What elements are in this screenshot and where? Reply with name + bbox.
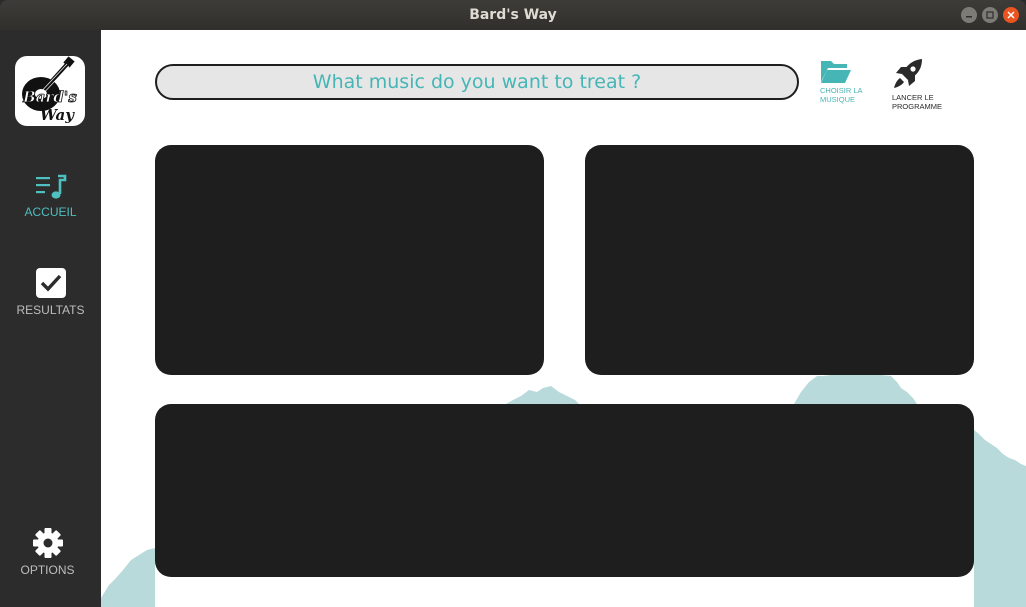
sidebar: Bard's Way ACCUEIL RESULTATS OPTIONS xyxy=(0,30,101,607)
panel-bottom xyxy=(155,404,974,577)
rocket-icon xyxy=(894,59,922,88)
launch-program-label-line2: PROGRAMME xyxy=(892,102,943,111)
sidebar-item-accueil[interactable]: ACCUEIL xyxy=(0,173,101,219)
sidebar-item-resultats[interactable]: RESULTATS xyxy=(0,267,101,317)
bards-way-logo-icon: Bard's Way xyxy=(22,56,78,124)
window-titlebar[interactable]: Bard's Way xyxy=(0,0,1026,30)
main-content: What music do you want to treat ? CHOISI… xyxy=(101,30,1026,607)
checkbox-icon xyxy=(35,268,66,298)
sidebar-item-label: ACCUEIL xyxy=(24,205,77,219)
window-title: Bard's Way xyxy=(469,7,557,23)
svg-text:Way: Way xyxy=(40,106,75,124)
close-icon xyxy=(1007,11,1015,19)
launch-program-button[interactable]: LANCER LE PROGRAMME xyxy=(892,58,942,111)
sidebar-item-label: RESULTATS xyxy=(16,303,85,317)
gear-icon xyxy=(32,528,63,558)
panel-top-left xyxy=(155,145,544,375)
search-input[interactable]: What music do you want to treat ? xyxy=(155,64,799,100)
minimize-button[interactable] xyxy=(961,7,977,23)
maximize-icon xyxy=(986,11,994,19)
svg-text:Bard's: Bard's xyxy=(22,88,77,106)
choose-music-button[interactable]: CHOISIR LA MUSIQUE xyxy=(820,58,863,104)
maximize-button[interactable] xyxy=(982,7,998,23)
folder-icon xyxy=(821,61,851,83)
launch-program-label-line1: LANCER LE xyxy=(892,93,934,102)
search-placeholder: What music do you want to treat ? xyxy=(312,71,642,93)
close-button[interactable] xyxy=(1003,7,1019,23)
choose-music-label-line1: CHOISIR LA xyxy=(820,86,863,95)
app-logo: Bard's Way xyxy=(15,56,85,126)
minimize-icon xyxy=(966,16,972,18)
choose-music-label-line2: MUSIQUE xyxy=(820,95,856,104)
playlist-music-icon xyxy=(35,174,66,199)
window-controls xyxy=(961,7,1019,23)
sidebar-item-options[interactable]: OPTIONS xyxy=(0,527,98,577)
panel-top-right xyxy=(585,145,974,375)
sidebar-item-label: OPTIONS xyxy=(20,563,75,577)
